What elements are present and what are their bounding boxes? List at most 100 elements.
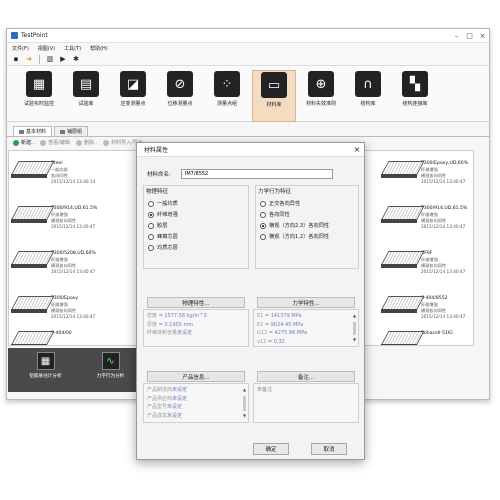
product-info-button[interactable]: 产品信息... <box>147 371 245 382</box>
quick-toolbar: ▪ ➜ ▥ ▶ ✱ <box>7 53 489 66</box>
property-value: = 4275.96 MPa <box>267 330 308 336</box>
list-item[interactable]: Steel 一般均质 各向同性 2015/12/14 13:40:14 <box>11 161 95 185</box>
list-item[interactable]: T300/Epoxy,UD,60% 纤维增强 横观各向同性 2015/12/14 13… <box>381 161 468 185</box>
scroll-thumb[interactable] <box>243 395 246 411</box>
material-detail: 2015/12/14 13:40:47 <box>421 224 466 229</box>
list-item[interactable]: T300/Epoxy 纤维增强 横观各向同性 2015/12/14 13:40:47 <box>11 296 95 320</box>
expansion-analysis-button[interactable]: ▦ 铝膨胀估计分析 <box>16 352 75 388</box>
delete-label: 删除.. <box>83 140 98 146</box>
list-item[interactable]: T300/5208,UD,60% 纤维增强 横观各向同性 2015/12/14 13:… <box>11 251 96 275</box>
radio-icon <box>260 200 266 207</box>
radio-option[interactable]: 横观（方向1,2）各向同性 <box>260 233 329 240</box>
ribbon-button-structure[interactable]: ∩ 结构库 <box>346 70 390 107</box>
settings-icon[interactable]: ✱ <box>71 54 81 64</box>
property-key: 产品制造商 <box>147 387 173 393</box>
product-info-box[interactable]: 产品制造商未设定 产品供应商未设定 产品型号未设定 产品成本未设定 ▲ ▼ <box>143 383 249 423</box>
list-item[interactable]: Rohacell-51IG <box>381 331 453 345</box>
scroll-up-icon[interactable]: ▲ <box>353 312 356 321</box>
strain-icon: ◪ <box>120 71 146 97</box>
scroll-up-icon[interactable]: ▲ <box>243 386 246 395</box>
view-edit-button[interactable]: 查看/编辑 <box>40 139 70 146</box>
property-value: 未设定 <box>177 330 193 336</box>
tab-layup[interactable]: 铺层组 <box>54 126 89 136</box>
property-key: G12 <box>257 330 268 336</box>
dialog-title: 材料属性 <box>144 147 169 154</box>
list-item[interactable]: S-404/00 <box>11 331 72 345</box>
menu-file[interactable]: 文件(F) <box>12 45 29 52</box>
ribbon-label: 测量点组 <box>216 101 237 107</box>
radio-option[interactable]: 均质芯层 <box>148 244 178 251</box>
material-info: T300/914,UD,61.5% 纤维增强 横观各向同性 2015/12/14 13… <box>51 206 97 230</box>
property-key: v12 <box>257 338 267 345</box>
radio-label: 胶层 <box>157 223 168 229</box>
ribbon-button-connection[interactable]: ▚ 结构连接库 <box>393 70 437 107</box>
ribbon-button-point-group[interactable]: ⁘ 测量点组 <box>205 70 249 107</box>
radio-option[interactable]: 一般均质 <box>148 200 178 207</box>
tab-basic-materials[interactable]: 基本材料 <box>13 126 53 136</box>
monitor-icon: ▦ <box>26 71 52 97</box>
scrollbar[interactable]: ▲ ▼ <box>242 386 247 420</box>
new-button[interactable]: 新建.. <box>13 139 34 146</box>
radio-option[interactable]: 蜂窝芯层 <box>148 233 178 240</box>
library-icon: ▤ <box>73 71 99 97</box>
radio-option[interactable]: 胶层 <box>148 222 167 229</box>
material-detail: 2015/12/14 13:40:47 <box>51 224 96 229</box>
menu-view[interactable]: 视图(V) <box>38 45 55 52</box>
material-detail: 2015/12/14 13:40:47 <box>421 314 466 319</box>
property-line: 产品型号未设定 <box>147 403 245 412</box>
material-name-input[interactable] <box>180 169 333 179</box>
material-name-label: 材料命名: <box>147 172 171 178</box>
list-item[interactable]: S-404/8552 纤维增强 横观各向同性 2015/12/14 13:40:47 <box>381 296 465 320</box>
radio-label: 蜂窝芯层 <box>157 234 178 240</box>
add-icon <box>13 139 19 146</box>
material-laminate-icon <box>11 331 55 345</box>
material-laminate-icon <box>381 161 425 179</box>
list-item[interactable]: T300/914,UD,61.5% 纤维增强 横观各向同性 2015/12/14 13… <box>11 206 97 230</box>
mechanics-analysis-button[interactable]: ∿ 力学行为分析 <box>81 352 140 388</box>
ribbon-button-strain[interactable]: ◪ 应变测量点 <box>111 70 155 107</box>
cancel-button[interactable]: 取消 <box>311 443 347 455</box>
run-icon[interactable]: ▶ <box>58 54 68 64</box>
property-value: 未设定 <box>167 412 183 419</box>
dialog-close-icon[interactable]: × <box>350 145 364 154</box>
minimize-icon[interactable]: – <box>450 32 463 40</box>
mechanics-icon: ∿ <box>101 352 120 370</box>
radio-option[interactable]: 正交各向异性 <box>260 200 300 207</box>
delete-button[interactable]: 删除.. <box>75 139 98 146</box>
notes-button[interactable]: 备注... <box>257 371 355 382</box>
material-laminate-icon <box>11 206 55 224</box>
radio-option[interactable]: 横观（方向2,3）各向同性 <box>260 222 329 229</box>
exit-icon[interactable]: ➜ <box>24 54 34 64</box>
physical-feature-title: 物理特征 <box>146 189 169 195</box>
list-item[interactable]: T300/914,UD,61.5% 纤维增强 横观各向同性 2015/12/14 13… <box>381 206 467 230</box>
close-icon[interactable]: × <box>476 32 489 40</box>
save-icon[interactable]: ▪ <box>11 54 21 64</box>
mechanical-properties-box[interactable]: E1 = 141379 MPa E2 = 9024.45 MPa G12 = 427… <box>253 309 359 347</box>
physical-properties-button[interactable]: 物理特性... <box>147 297 245 308</box>
ok-button[interactable]: 确定 <box>253 443 289 455</box>
menu-help[interactable]: 帮助(H) <box>90 45 108 52</box>
list-item[interactable]: CF6F 纤维增强 横观各向同性 2015/12/14 13:40:47 <box>381 251 465 275</box>
maximize-icon[interactable]: □ <box>463 32 476 40</box>
layout-icon[interactable]: ▥ <box>45 54 55 64</box>
laminate-side <box>381 264 417 268</box>
radio-option[interactable]: 纤维增强 <box>148 211 178 218</box>
scroll-thumb[interactable] <box>353 321 356 335</box>
failure-criteria-icon: ⊕ <box>308 71 334 97</box>
ribbon-label: 材料库 <box>266 102 282 108</box>
menu-tools[interactable]: 工具(T) <box>64 45 81 52</box>
ribbon-button-monitor[interactable]: ▦ 试验实时监控 <box>17 70 61 107</box>
ribbon-button-material[interactable]: ▭ 材料库 <box>252 70 296 122</box>
scroll-down-icon[interactable]: ▼ <box>353 336 356 345</box>
material-laminate-icon <box>11 296 55 314</box>
notes-box[interactable]: 未备注 <box>253 383 359 423</box>
ribbon-button-failure-criteria[interactable]: ⊕ 材料失效准则 <box>299 70 343 107</box>
material-info: CF6F 纤维增强 横观各向同性 2015/12/14 13:40:47 <box>421 251 465 275</box>
ribbon-button-library[interactable]: ▤ 试验库 <box>64 70 108 107</box>
ribbon-button-displacement[interactable]: ⊘ 位移测量点 <box>158 70 202 107</box>
ribbon-label: 材料失效准则 <box>305 101 336 107</box>
radio-option[interactable]: 各向同性 <box>260 211 290 218</box>
scrollbar[interactable]: ▲ ▼ <box>352 312 357 344</box>
scroll-down-icon[interactable]: ▼ <box>243 412 246 421</box>
mechanical-properties-button[interactable]: 力学特性... <box>257 297 355 308</box>
